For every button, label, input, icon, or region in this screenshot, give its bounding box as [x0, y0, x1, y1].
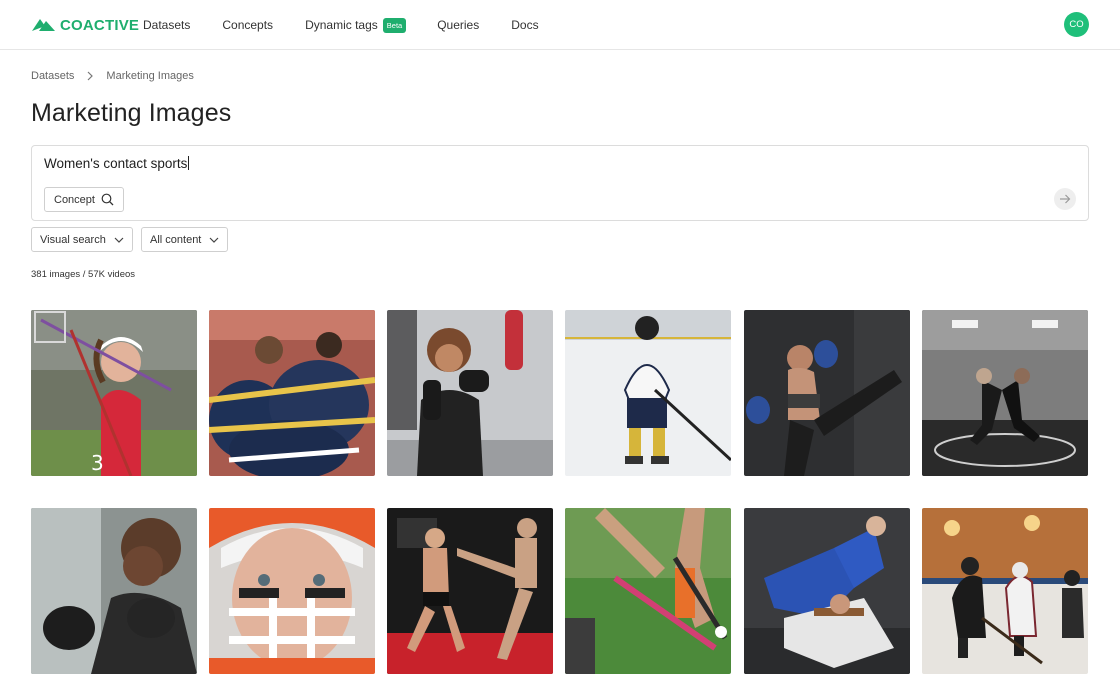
user-avatar[interactable]: CO — [1064, 12, 1089, 37]
chevron-right-icon — [85, 71, 95, 81]
top-navigation-bar: COACTIVE Datasets Concepts Dynamic tags … — [0, 0, 1120, 50]
search-query: Women's contact sports — [44, 156, 188, 171]
breadcrumb-datasets[interactable]: Datasets — [31, 70, 74, 82]
nav-label: Concepts — [222, 18, 274, 32]
content-filter-dropdown[interactable]: All content — [141, 227, 229, 252]
search-input[interactable]: Women's contact sports — [44, 156, 190, 171]
brand-name: COACTIVE — [60, 16, 140, 34]
beta-badge: Beta — [382, 17, 407, 33]
breadcrumb: Datasets Marketing Images — [31, 70, 194, 82]
concept-button-label: Concept — [54, 193, 95, 206]
nav-docs[interactable]: Docs — [511, 18, 538, 32]
nav-label: Datasets — [143, 18, 191, 32]
image-boxer-gym[interactable] — [387, 310, 553, 476]
chevron-down-icon — [209, 237, 219, 243]
coactive-logo[interactable]: COACTIVE — [31, 15, 139, 35]
svg-text:3: 3 — [91, 451, 104, 475]
visual-search-label: Visual search — [40, 233, 106, 246]
result-count: 381 images / 57K videos — [31, 269, 136, 280]
main-nav: Datasets Concepts Dynamic tags Beta Quer… — [143, 0, 571, 50]
page-title: Marketing Images — [31, 99, 232, 127]
search-icon — [101, 193, 114, 206]
image-boxer-training[interactable] — [31, 508, 197, 674]
image-kickboxing-sparring[interactable] — [387, 508, 553, 674]
image-lacrosse-player[interactable]: 3 — [31, 310, 197, 476]
image-rugby-huddle[interactable] — [209, 310, 375, 476]
image-ice-hockey-player[interactable] — [565, 310, 731, 476]
concept-button[interactable]: Concept — [44, 187, 124, 212]
content-filter-label: All content — [150, 233, 202, 246]
text-caret — [188, 156, 190, 170]
image-ice-hockey-game[interactable] — [922, 508, 1088, 674]
visual-search-dropdown[interactable]: Visual search — [31, 227, 133, 252]
image-kickboxer-kick[interactable] — [744, 310, 910, 476]
image-football-helmet[interactable] — [209, 508, 375, 674]
chevron-down-icon — [114, 237, 124, 243]
nav-concepts[interactable]: Concepts — [222, 18, 273, 32]
nav-dynamic-tags[interactable]: Dynamic tags Beta — [305, 17, 407, 33]
image-judo-throw[interactable] — [744, 508, 910, 674]
submit-search-button[interactable] — [1054, 188, 1076, 210]
nav-queries[interactable]: Queries — [437, 18, 479, 32]
arrow-right-icon — [1060, 194, 1071, 204]
nav-label: Docs — [511, 18, 539, 32]
logo-mark-icon — [32, 19, 55, 31]
search-box[interactable]: Women's contact sports Concept — [31, 145, 1089, 221]
image-field-hockey[interactable] — [565, 508, 731, 674]
nav-label: Queries — [437, 18, 480, 32]
breadcrumb-current: Marketing Images — [106, 70, 194, 82]
image-wrestlers[interactable] — [922, 310, 1088, 476]
nav-label: Dynamic tags — [305, 18, 378, 32]
nav-datasets[interactable]: Datasets — [143, 18, 190, 32]
